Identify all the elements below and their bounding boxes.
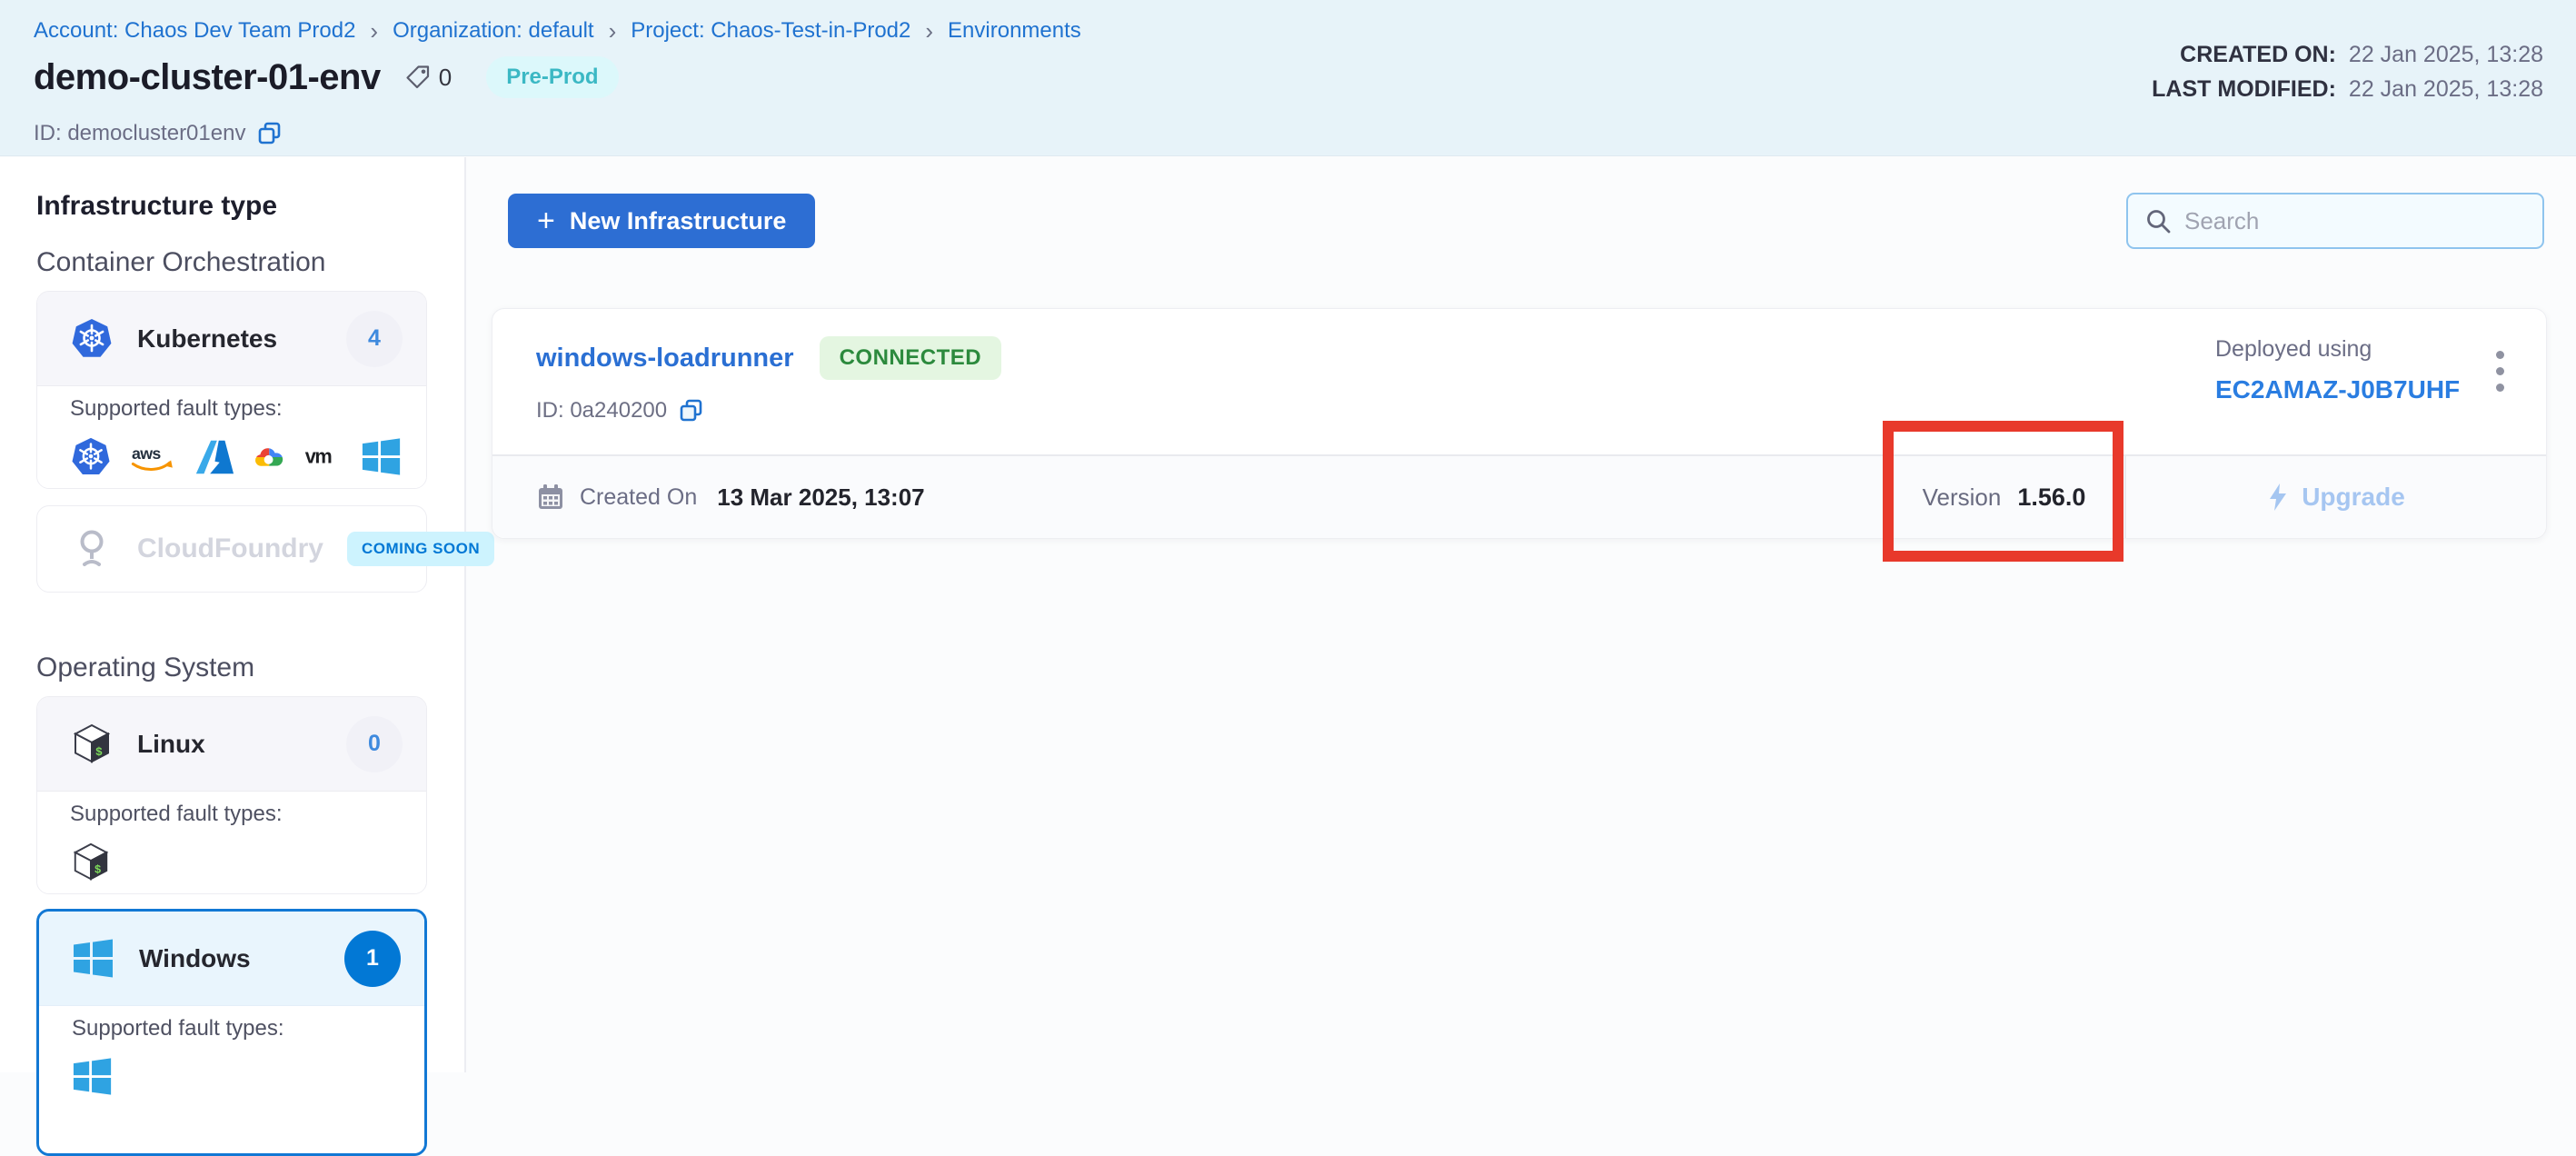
last-modified-value: 22 Jan 2025, 13:28: [2349, 76, 2543, 103]
windows-icon: [72, 937, 115, 981]
page-header: Account: Chaos Dev Team Prod2 › Organiza…: [0, 0, 2576, 156]
breadcrumb-organization[interactable]: Organization: default: [393, 18, 593, 44]
environment-meta: CREATED ON: 22 Jan 2025, 13:28 LAST MODI…: [2152, 42, 2543, 111]
infrastructure-card-footer: Created On 13 Mar 2025, 13:07 Version 1.…: [492, 454, 2546, 538]
new-infrastructure-label: New Infrastructure: [570, 207, 787, 235]
tag-count: 0: [439, 64, 452, 92]
last-modified-label: LAST MODIFIED:: [2152, 76, 2336, 103]
environment-id: ID: democluster01env: [34, 121, 245, 146]
version-value: 1.56.0: [2017, 483, 2085, 512]
windows-icon: [72, 1056, 114, 1098]
infrastructure-type-sidebar: Infrastructure type Container Orchestrat…: [0, 157, 466, 1072]
gcp-icon: [253, 438, 286, 476]
tags-indicator: 0: [404, 64, 452, 92]
copy-icon[interactable]: [256, 121, 282, 146]
deployed-using-block: Deployed using EC2AMAZ-J0B7UHF: [2215, 336, 2460, 404]
fault-type-icons: [70, 435, 403, 479]
infrastructure-card: windows-loadrunner CONNECTED ID: 0a24020…: [492, 308, 2547, 539]
calendar-icon: [536, 483, 565, 512]
environment-details-page: { "breadcrumb": { "separator": "›", "ite…: [0, 0, 2576, 1072]
environment-type-badge: Pre-Prod: [486, 56, 618, 98]
lightning-bolt-icon: [2267, 483, 2289, 512]
breadcrumb: Account: Chaos Dev Team Prod2 › Organiza…: [34, 18, 1081, 44]
vmware-icon: [304, 436, 343, 478]
plus-icon: +: [537, 207, 555, 234]
windows-count-badge: 1: [344, 931, 401, 987]
breadcrumb-separator: ›: [609, 18, 617, 44]
created-on-value: 13 Mar 2025, 13:07: [717, 483, 924, 512]
upgrade-button[interactable]: Upgrade: [2124, 456, 2546, 538]
tag-icon: [404, 64, 432, 91]
infra-type-card-windows[interactable]: Windows 1 Supported fault types:: [36, 909, 427, 1156]
infra-type-card-cloudfoundry[interactable]: CloudFoundry COMING SOON: [36, 505, 427, 593]
infrastructure-id: ID: 0a240200: [536, 398, 667, 424]
cloudfoundry-icon: [70, 527, 114, 571]
linux-count-badge: 0: [346, 716, 403, 772]
sidebar-heading: Infrastructure type: [36, 191, 464, 222]
infra-type-name: Kubernetes: [137, 324, 277, 354]
aws-icon: [130, 436, 174, 478]
connected-status-badge: CONNECTED: [820, 336, 1002, 380]
version-label: Version: [1923, 483, 2002, 512]
search-icon: [2144, 207, 2172, 234]
page-title: demo-cluster-01-env: [34, 57, 381, 98]
section-operating-system: Operating System: [36, 653, 464, 683]
copy-icon[interactable]: [678, 398, 703, 424]
search-input[interactable]: [2184, 207, 2526, 235]
created-on-label: Created On: [580, 484, 697, 511]
supported-fault-types-label: Supported fault types:: [72, 1015, 401, 1042]
deployed-using-link[interactable]: EC2AMAZ-J0B7UHF: [2215, 375, 2460, 404]
section-container-orchestration: Container Orchestration: [36, 247, 464, 278]
kubernetes-icon: [70, 436, 112, 478]
search-box: [2126, 193, 2544, 249]
upgrade-label: Upgrade: [2302, 483, 2405, 512]
created-on-value: 22 Jan 2025, 13:28: [2349, 42, 2543, 68]
kubernetes-count-badge: 4: [346, 311, 403, 367]
windows-icon: [361, 436, 403, 478]
breadcrumb-separator: ›: [370, 18, 378, 44]
created-on-label: CREATED ON:: [2180, 42, 2336, 68]
card-menu-kebab-icon[interactable]: [2491, 345, 2510, 397]
kubernetes-icon: [70, 317, 114, 361]
breadcrumb-separator: ›: [925, 18, 933, 44]
fault-type-icons: [72, 1055, 401, 1099]
infra-type-name: CloudFoundry: [137, 533, 323, 564]
azure-icon: [193, 436, 234, 478]
infra-type-card-kubernetes[interactable]: Kubernetes 4 Supported fault types:: [36, 291, 427, 489]
version-cell: Version 1.56.0: [1884, 456, 2124, 538]
breadcrumb-account[interactable]: Account: Chaos Dev Team Prod2: [34, 18, 355, 44]
supported-fault-types-label: Supported fault types:: [70, 801, 403, 828]
linux-icon: [70, 842, 112, 883]
linux-icon: [70, 722, 114, 766]
breadcrumb-environments[interactable]: Environments: [948, 18, 1081, 44]
new-infrastructure-button[interactable]: + New Infrastructure: [508, 194, 815, 248]
fault-type-icons: [70, 841, 403, 884]
infra-type-name: Linux: [137, 730, 205, 759]
infrastructure-list-panel: + New Infrastructure windows-loadrunner …: [468, 157, 2576, 1072]
supported-fault-types-label: Supported fault types:: [70, 395, 403, 423]
breadcrumb-project[interactable]: Project: Chaos-Test-in-Prod2: [631, 18, 910, 44]
infra-type-card-linux[interactable]: Linux 0 Supported fault types:: [36, 696, 427, 894]
infrastructure-name-link[interactable]: windows-loadrunner: [536, 344, 794, 374]
infra-type-name: Windows: [139, 944, 251, 973]
deployed-using-label: Deployed using: [2215, 336, 2460, 363]
